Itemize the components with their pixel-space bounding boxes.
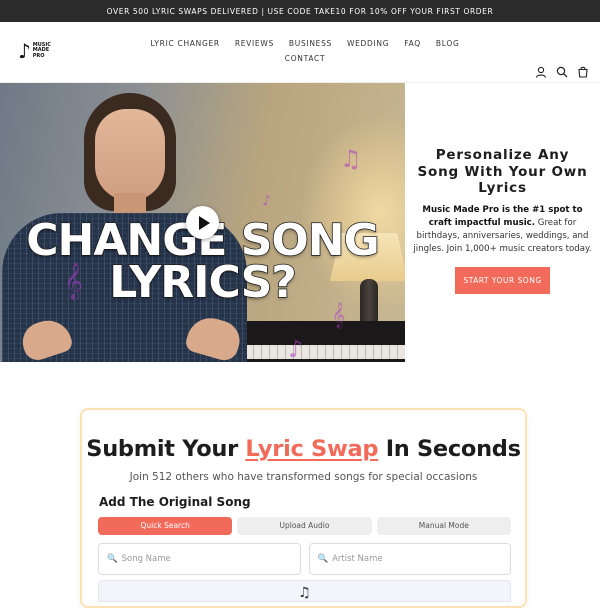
- tab-quick-search[interactable]: Quick Search: [98, 517, 233, 535]
- music-note-icon: ♫: [340, 145, 362, 173]
- form-title-highlight: Lyric Swap: [245, 436, 379, 462]
- logo[interactable]: ♪ MUSIC MADE PRO: [18, 41, 51, 61]
- nav-faq[interactable]: FAQ: [404, 39, 421, 48]
- hero-description: Music Made Pro is the #1 spot to craft i…: [405, 204, 600, 256]
- cart-icon[interactable]: [576, 65, 590, 79]
- account-icon[interactable]: [534, 65, 548, 79]
- song-name-input[interactable]: 🔍 Song Name: [98, 543, 301, 575]
- main-nav: LYRIC CHANGER REVIEWS BUSINESS WEDDING F…: [145, 39, 465, 63]
- artist-name-placeholder: Artist Name: [332, 554, 383, 564]
- start-your-song-button[interactable]: START YOUR SONG: [455, 266, 550, 294]
- hero-title: Personalize Any Song With Your Own Lyric…: [417, 147, 588, 196]
- video-overlay-line2: LYRICS?: [108, 257, 297, 308]
- form-subtitle: Join 512 others who have transformed son…: [129, 471, 478, 483]
- search-icon: 🔍: [107, 554, 118, 564]
- tab-manual-mode[interactable]: Manual Mode: [376, 517, 511, 535]
- search-icon[interactable]: [555, 65, 569, 79]
- nav-lyric-changer[interactable]: LYRIC CHANGER: [151, 39, 220, 48]
- music-note-icon: ♪: [262, 193, 271, 209]
- song-result-area: ♫: [98, 580, 511, 602]
- nav-blog[interactable]: BLOG: [436, 39, 460, 48]
- announcement-bar: OVER 500 LYRIC SWAPS DELIVERED | USE COD…: [0, 0, 600, 22]
- search-fields: 🔍 Song Name 🔍 Artist Name: [98, 543, 511, 575]
- artist-name-input[interactable]: 🔍 Artist Name: [308, 543, 511, 575]
- treble-clef-icon: 𝄞: [332, 303, 346, 328]
- play-icon: [198, 215, 210, 230]
- song-name-placeholder: Song Name: [121, 554, 171, 564]
- site-header: ♪ MUSIC MADE PRO LYRIC CHANGER REVIEWS B…: [0, 22, 600, 83]
- hero-section: ♫ 𝄞 𝄞 ♪ ♪ CHANGE SONG LYRICS? Personaliz…: [0, 83, 600, 362]
- hero-video[interactable]: ♫ 𝄞 𝄞 ♪ ♪ CHANGE SONG LYRICS?: [0, 83, 405, 362]
- play-button[interactable]: [186, 206, 219, 239]
- music-note-icon: ♫: [298, 585, 311, 601]
- form-title: Submit Your Lyric Swap In Seconds: [86, 436, 521, 462]
- mode-tabs: Quick Search Upload Audio Manual Mode: [98, 517, 511, 535]
- search-icon: 🔍: [317, 554, 329, 564]
- form-section-title: Add The Original Song: [99, 495, 251, 509]
- nav-wedding[interactable]: WEDDING: [347, 39, 389, 48]
- nav-contact[interactable]: CONTACT: [285, 54, 325, 63]
- nav-business[interactable]: BUSINESS: [289, 39, 332, 48]
- announcement-text: OVER 500 LYRIC SWAPS DELIVERED | USE COD…: [106, 6, 494, 16]
- tab-upload-audio[interactable]: Upload Audio: [237, 517, 372, 535]
- header-icons: [534, 65, 590, 79]
- piano-keys: [230, 345, 405, 359]
- hero-copy: Personalize Any Song With Your Own Lyric…: [405, 83, 600, 362]
- lyric-swap-form-card: Submit Your Lyric Swap In Seconds Join 5…: [80, 408, 527, 608]
- nav-reviews[interactable]: REVIEWS: [235, 39, 274, 48]
- logo-note-icon: ♪: [18, 39, 31, 63]
- music-note-icon: ♪: [288, 335, 304, 362]
- logo-text: MUSIC MADE PRO: [32, 41, 51, 59]
- person-face: [95, 109, 165, 201]
